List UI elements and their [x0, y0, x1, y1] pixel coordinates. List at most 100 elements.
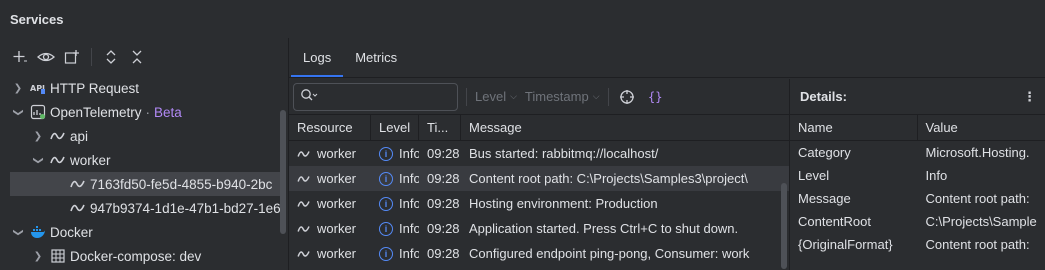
details-table-header: Name Value — [790, 115, 1045, 141]
collapse-all-icon[interactable] — [127, 47, 147, 67]
chevron-right-icon[interactable]: ❯ — [32, 131, 44, 142]
cell-level: i Info — [371, 166, 419, 191]
tree-item-label: 947b9374-1d1e-47b1-bd27-1e60 — [90, 200, 280, 216]
expand-all-icon[interactable] — [101, 47, 121, 67]
tree-item-trace-1[interactable]: 7163fd50-fe5d-4855-b940-2bc — [10, 172, 280, 196]
details-row[interactable]: Level Info — [790, 164, 1045, 187]
eye-icon[interactable] — [36, 47, 56, 67]
wave-icon — [297, 225, 310, 232]
table-row[interactable]: worker i Info 09:28 Bus started: rabbitm… — [289, 141, 789, 166]
tree-item-label: OpenTelemetry — [50, 104, 142, 120]
tree-item-label: 7163fd50-fe5d-4855-b940-2bc — [90, 176, 273, 192]
details-row[interactable]: Category Microsoft.Hosting. — [790, 141, 1045, 164]
level-dropdown-label: Level — [475, 89, 507, 104]
cell-resource: worker — [289, 166, 371, 191]
chevron-down-icon: ⌵ — [510, 91, 517, 101]
chevron-down-icon[interactable]: ❯ — [13, 226, 24, 238]
info-icon: i — [379, 221, 393, 236]
chevron-down-icon[interactable]: ❯ — [13, 106, 24, 118]
cell-message: Configured endpoint ping-pong, Consumer:… — [469, 246, 750, 261]
docker-icon — [30, 224, 46, 240]
cell-resource-text: worker — [317, 171, 357, 186]
timestamp-dropdown-label: Timestamp — [524, 89, 589, 104]
crosshair-icon[interactable] — [617, 87, 637, 107]
tree-toolbar — [0, 38, 288, 76]
json-braces-icon[interactable]: {} — [645, 87, 665, 107]
services-tree-panel: ❯ API HTTP Request ❯ OpenTelemetry · Bet… — [0, 38, 288, 270]
table-row[interactable]: worker i Info 09:28 Hosting environment:… — [289, 191, 789, 216]
more-options-icon[interactable]: ⋮ — [1023, 89, 1036, 105]
cell-level-text: Info — [399, 171, 419, 186]
tree-item-worker[interactable]: ❯ worker — [0, 148, 280, 172]
logs-filter-bar: Level ⌵ Timestamp ⌵ {} — [289, 79, 789, 115]
detail-name: Category — [798, 145, 851, 160]
wave-icon — [50, 128, 66, 144]
cell-time: 09:28 — [427, 146, 460, 161]
service-content-panel: Logs Metrics Level ⌵ Timestamp ⌵ {} Reso… — [288, 38, 1045, 270]
table-row[interactable]: worker i Info 09:28 Application started.… — [289, 216, 789, 241]
detail-name: {OriginalFormat} — [798, 237, 893, 252]
logs-scrollbar[interactable] — [781, 183, 787, 269]
table-row[interactable]: worker i Info 09:28 Configured endpoint … — [289, 241, 789, 266]
toolbar-separator — [91, 48, 92, 66]
chevron-right-icon[interactable]: ❯ — [12, 83, 24, 94]
tree-item-http-request[interactable]: ❯ API HTTP Request — [0, 76, 280, 100]
cell-time: 09:28 — [427, 196, 460, 211]
tab-metrics[interactable]: Metrics — [343, 37, 409, 77]
cell-level: i Info — [371, 191, 419, 216]
detail-name: ContentRoot — [798, 214, 871, 229]
cell-resource: worker — [289, 191, 371, 216]
tree-scrollbar[interactable] — [280, 110, 286, 234]
filter-separator — [607, 87, 609, 106]
column-header-message[interactable]: Message — [461, 115, 777, 140]
logs-panel: Level ⌵ Timestamp ⌵ {} Resource Level Ti… — [289, 79, 789, 270]
detail-value: Content root path: — [925, 191, 1030, 206]
timestamp-dropdown[interactable]: Timestamp ⌵ — [525, 89, 600, 104]
cell-message: Content root path: C:\Projects\Samples3\… — [469, 171, 748, 186]
new-tab-icon[interactable] — [62, 47, 82, 67]
detail-value: Content root path: — [925, 237, 1030, 252]
info-icon: i — [379, 246, 393, 261]
search-field[interactable] — [293, 82, 458, 111]
tree-item-label: worker — [70, 152, 111, 168]
services-tree: ❯ API HTTP Request ❯ OpenTelemetry · Bet… — [0, 76, 280, 268]
tree-item-api[interactable]: ❯ api — [0, 124, 280, 148]
details-row[interactable]: {OriginalFormat} Content root path: — [790, 233, 1045, 256]
tree-item-docker[interactable]: ❯ Docker — [0, 220, 280, 244]
column-header-name[interactable]: Name — [790, 115, 918, 140]
wave-icon — [297, 250, 310, 257]
column-header-value[interactable]: Value — [918, 115, 1045, 140]
column-header-resource[interactable]: Resource — [289, 115, 371, 140]
cell-message: Application started. Press Ctrl+C to shu… — [469, 221, 739, 236]
cell-level-text: Info — [399, 221, 419, 236]
column-header-time[interactable]: Ti... — [419, 115, 461, 140]
tree-item-opentelemetry[interactable]: ❯ OpenTelemetry · Beta — [0, 100, 280, 124]
cell-level: i Info — [371, 141, 419, 166]
add-icon[interactable] — [10, 47, 30, 67]
tree-item-separator: · — [145, 104, 151, 120]
details-table-body: Category Microsoft.Hosting. Level Info M… — [790, 141, 1045, 256]
details-header: Details: ⋮ — [790, 79, 1045, 115]
tree-item-label: Docker — [50, 224, 93, 240]
tree-item-trace-2[interactable]: 947b9374-1d1e-47b1-bd27-1e60 — [0, 196, 280, 220]
tree-item-label: HTTP Request — [50, 80, 140, 96]
details-title: Details: — [800, 89, 847, 104]
details-row[interactable]: ContentRoot C:\Projects\Sample — [790, 210, 1045, 233]
level-dropdown[interactable]: Level ⌵ — [475, 89, 517, 104]
info-icon: i — [379, 196, 393, 211]
tab-logs[interactable]: Logs — [291, 37, 344, 77]
info-icon: i — [379, 146, 393, 161]
chevron-down-icon[interactable]: ❯ — [33, 154, 44, 166]
column-header-level[interactable]: Level — [371, 115, 419, 140]
table-row[interactable]: worker i Info 09:28 Content root path: C… — [289, 166, 789, 191]
wave-icon — [297, 150, 310, 157]
cell-resource: worker — [289, 241, 371, 266]
chevron-right-icon[interactable]: ❯ — [32, 251, 44, 262]
cell-resource-text: worker — [317, 146, 357, 161]
cell-resource-text: worker — [317, 221, 357, 236]
tree-item-docker-compose[interactable]: ❯ Docker-compose: dev — [0, 244, 280, 268]
details-row[interactable]: Message Content root path: — [790, 187, 1045, 210]
cell-level: i Info — [371, 241, 419, 266]
cell-level-text: Info — [399, 146, 419, 161]
cell-level-text: Info — [399, 246, 419, 261]
